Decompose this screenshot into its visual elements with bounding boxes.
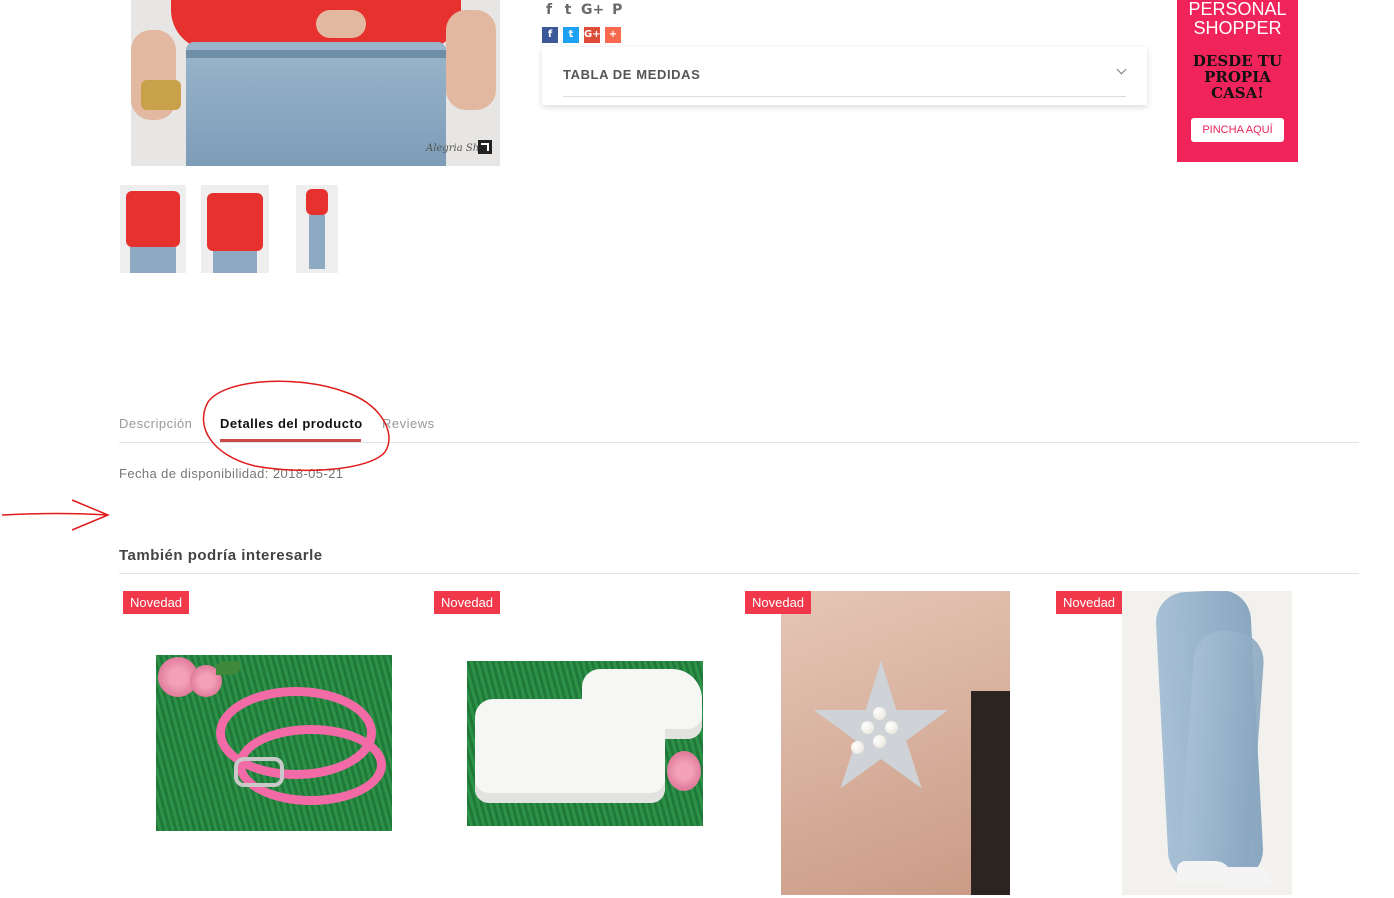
product-image-jeans[interactable] bbox=[1122, 591, 1292, 895]
product-card[interactable]: Novedad bbox=[741, 591, 1021, 898]
product-image-belt[interactable] bbox=[156, 655, 392, 831]
google-plus-icon[interactable]: G+ bbox=[581, 2, 604, 18]
banner-headline-line1: DESDE TU bbox=[1192, 52, 1283, 70]
chevron-down-icon[interactable] bbox=[1116, 64, 1127, 75]
divider bbox=[563, 96, 1126, 97]
thumbnail-front[interactable] bbox=[120, 185, 186, 273]
social-share-links: f t G+ P bbox=[543, 2, 623, 18]
share-buttons: f t G+ + bbox=[542, 27, 621, 43]
model-hand-right bbox=[446, 10, 496, 110]
personal-shopper-banner[interactable]: PERSONAL SHOPPER DESDE TU PROPIA CASA! P… bbox=[1177, 0, 1298, 162]
twitter-share-button[interactable]: t bbox=[563, 27, 579, 43]
new-badge: Novedad bbox=[745, 591, 812, 614]
new-badge: Novedad bbox=[434, 591, 501, 614]
jeans-waistband bbox=[186, 50, 446, 58]
gold-watch bbox=[141, 80, 181, 110]
banner-title: PERSONAL SHOPPER bbox=[1177, 0, 1298, 38]
related-products-title: También podría interesarle bbox=[119, 547, 323, 564]
addthis-share-button[interactable]: + bbox=[605, 27, 621, 43]
twitter-icon[interactable]: t bbox=[562, 2, 574, 18]
divider bbox=[119, 573, 1359, 574]
active-tab-underline bbox=[220, 439, 361, 442]
size-table-accordion[interactable]: TABLA DE MEDIDAS bbox=[542, 47, 1147, 105]
tab-detalles-producto[interactable]: Detalles del producto bbox=[220, 416, 363, 431]
banner-headline-line3: CASA! bbox=[1211, 84, 1264, 102]
product-card[interactable]: Novedad bbox=[430, 591, 710, 898]
tab-reviews[interactable]: Reviews bbox=[382, 416, 435, 431]
availability-date: 2018-05-21 bbox=[272, 466, 344, 481]
product-main-image[interactable]: Alegria Shop bbox=[131, 0, 500, 166]
google-share-button[interactable]: G+ bbox=[584, 27, 601, 43]
product-card[interactable]: Novedad bbox=[119, 591, 399, 898]
availability-label: Fecha de disponibilidad: bbox=[119, 466, 269, 481]
facebook-share-button[interactable]: f bbox=[542, 27, 558, 43]
product-image-earring[interactable] bbox=[781, 591, 1010, 895]
banner-headline-line2: PROPIA bbox=[1204, 68, 1271, 86]
thumbnail-full[interactable] bbox=[296, 185, 338, 273]
product-image-sneakers[interactable] bbox=[467, 661, 703, 826]
annotation-arrow bbox=[1, 499, 110, 531]
size-table-label: TABLA DE MEDIDAS bbox=[563, 67, 701, 82]
jeans bbox=[186, 42, 446, 166]
new-badge: Novedad bbox=[1056, 591, 1123, 614]
thumbnail-back[interactable] bbox=[201, 185, 269, 273]
banner-title-line1: PERSONAL bbox=[1188, 0, 1287, 19]
new-badge: Novedad bbox=[123, 591, 190, 614]
banner-title-line2: SHOPPER bbox=[1193, 18, 1282, 38]
product-tabs: Descripción Detalles del producto Review… bbox=[119, 414, 1359, 443]
tab-descripcion[interactable]: Descripción bbox=[119, 416, 192, 431]
facebook-icon[interactable]: f bbox=[543, 2, 555, 18]
banner-headline: DESDE TU PROPIA CASA! bbox=[1177, 53, 1298, 101]
model-hand-fingers bbox=[316, 10, 366, 38]
banner-cta-button[interactable]: PINCHA AQUÍ bbox=[1191, 118, 1284, 142]
tab-panel-detalles: Fecha de disponibilidad: 2018-05-21 bbox=[119, 466, 343, 481]
product-card[interactable]: Novedad bbox=[1052, 591, 1332, 898]
pinterest-icon[interactable]: P bbox=[611, 2, 623, 18]
expand-icon[interactable] bbox=[478, 140, 492, 154]
